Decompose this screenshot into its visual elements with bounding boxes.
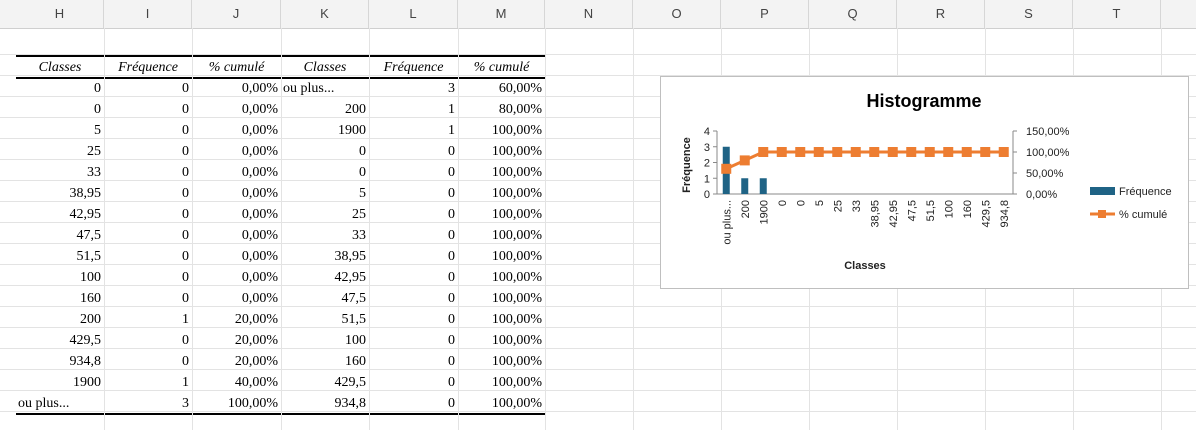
column-header-k[interactable]: K — [281, 0, 369, 28]
x-tick-label: 200 — [740, 200, 752, 218]
right-tick-label: 100,00% — [1026, 147, 1070, 159]
x-tick-label: 1900 — [758, 200, 770, 224]
cumulative-marker — [739, 155, 750, 166]
legend-label-cumule: % cumulé — [1119, 209, 1167, 221]
x-tick-label: 5 — [814, 200, 826, 206]
right-tick-label: 150,00% — [1026, 126, 1070, 138]
gridline-horizontal — [0, 54, 1196, 55]
left-tick-label: 4 — [704, 126, 710, 138]
cumulative-marker — [961, 147, 972, 157]
column-header-t[interactable]: T — [1073, 0, 1161, 28]
chart-title: Histogramme — [866, 91, 981, 111]
cumulative-marker — [943, 147, 954, 157]
cumulative-marker — [795, 147, 806, 157]
cumulative-marker — [721, 163, 732, 174]
cumulative-marker — [887, 147, 898, 157]
x-tick-label: 0 — [777, 200, 789, 206]
gridline-horizontal — [0, 390, 1196, 391]
cumulative-marker — [813, 147, 824, 157]
x-tick-label: 51,5 — [925, 200, 937, 221]
cumulative-marker — [998, 147, 1009, 157]
x-tick-label: 100 — [943, 200, 955, 218]
cumulative-marker — [850, 147, 861, 157]
gridline-horizontal — [0, 369, 1196, 370]
column-header-l[interactable]: L — [369, 0, 458, 28]
column-header-j[interactable]: J — [192, 0, 281, 28]
cumulative-marker — [980, 147, 991, 157]
gridline-horizontal — [0, 411, 1196, 412]
x-tick-label: 25 — [832, 200, 844, 212]
legend-label-frequence: Fréquence — [1119, 186, 1172, 198]
y-axis-title: Fréquence — [681, 137, 693, 193]
column-header-o[interactable]: O — [633, 0, 721, 28]
cumulative-marker — [924, 147, 935, 157]
x-tick-label: 0 — [795, 200, 807, 206]
histogram-bar — [741, 178, 749, 194]
left-tick-label: 2 — [704, 158, 710, 170]
left-tick-label: 0 — [704, 189, 710, 201]
histogram-chart[interactable]: Histogramme 0 1 2 3 4 0,00% 50,00% 100,00% 150,00… — [660, 76, 1189, 289]
legend-swatch-frequence — [1090, 187, 1115, 195]
x-tick-label: ou plus... — [721, 200, 733, 245]
right-tick-label: 0,00% — [1026, 189, 1057, 201]
cumulative-marker — [758, 147, 769, 157]
x-tick-label: 38,95 — [869, 200, 881, 228]
cumulative-marker — [832, 147, 843, 157]
column-header-h[interactable]: H — [16, 0, 104, 28]
x-axis-title: Classes — [844, 260, 886, 272]
column-header-m[interactable]: M — [458, 0, 545, 28]
gridline-horizontal — [0, 306, 1196, 307]
x-tick-label: 160 — [962, 200, 974, 218]
gridline-horizontal — [0, 348, 1196, 349]
column-header-n[interactable]: N — [545, 0, 633, 28]
x-tick-label: 33 — [851, 200, 863, 212]
cumulative-marker — [906, 147, 917, 157]
column-header-q[interactable]: Q — [809, 0, 897, 28]
right-tick-label: 50,00% — [1026, 168, 1064, 180]
column-header-r[interactable]: R — [897, 0, 985, 28]
left-tick-label: 3 — [704, 142, 710, 154]
x-tick-label: 42,95 — [888, 200, 900, 228]
left-tick-label: 1 — [704, 173, 710, 185]
x-tick-label: 429,5 — [980, 200, 992, 228]
chart-canvas: Histogramme 0 1 2 3 4 0,00% 50,00% 100,00% 150,00… — [681, 91, 1172, 272]
column-header-p[interactable]: P — [721, 0, 809, 28]
column-header-bar: HIJKLMNOPQRST — [0, 0, 1196, 29]
histogram-bar — [759, 178, 767, 194]
legend-marker-cumule — [1098, 210, 1106, 218]
cumulative-marker — [776, 147, 787, 157]
gridline-horizontal — [0, 327, 1196, 328]
column-header-i[interactable]: I — [104, 0, 192, 28]
x-tick-label: 934,8 — [999, 200, 1011, 228]
cumulative-marker — [869, 147, 880, 157]
column-header-s[interactable]: S — [985, 0, 1073, 28]
x-tick-label: 47,5 — [906, 200, 918, 221]
